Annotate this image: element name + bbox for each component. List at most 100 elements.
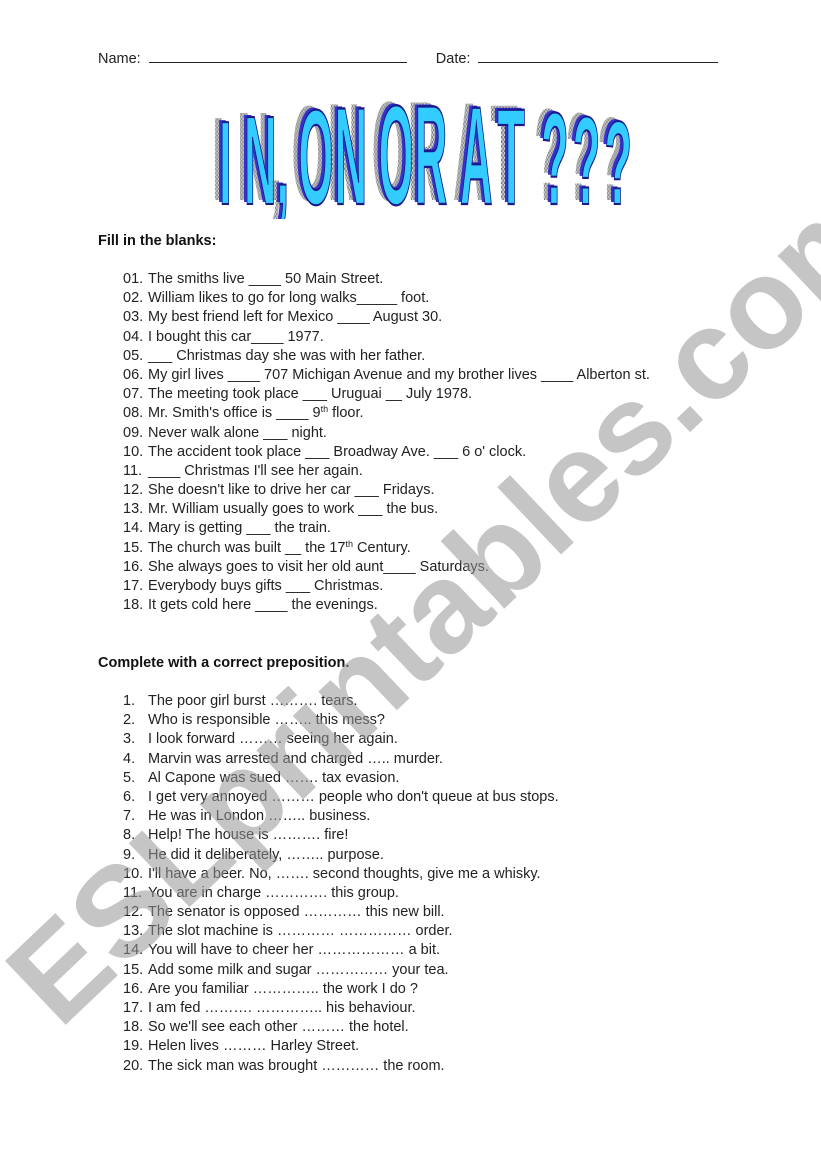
name-blank-line <box>148 50 407 63</box>
item-number: 13. <box>123 923 144 940</box>
item-number: 1. <box>123 693 136 709</box>
title-letter: T <box>497 94 524 219</box>
section-heading-prepositions: Complete with a correct preposition. <box>98 655 350 671</box>
exercise-item: 20. The sick man was brought ………… the roo… <box>123 1057 559 1076</box>
item-text-end: floor. <box>328 405 364 422</box>
item-text: The accident took place ___ Broadway Ave… <box>148 443 527 460</box>
preposition-list: 1. The poor girl burst ………. tears. 2. Who i… <box>123 692 559 1076</box>
title-letter: ? <box>604 98 631 219</box>
ordinal-suffix: th <box>345 538 353 549</box>
exercise-item: 18. So we'll see each other ……… the hotel… <box>123 1018 559 1037</box>
item-number: 12. <box>123 904 144 921</box>
item-number: 14. <box>123 942 144 959</box>
title-letter: I <box>219 97 232 219</box>
section-heading-fill-blanks: Fill in the blanks: <box>98 233 217 249</box>
exercise-item: 09. Never walk alone ___ night. <box>123 424 650 443</box>
item-number: 19. <box>123 1038 144 1055</box>
item-number: 18. <box>123 1019 144 1036</box>
item-text: You will have to cheer her ……………… a bit. <box>148 942 441 959</box>
item-text: She always goes to visit her old aunt___… <box>148 558 489 575</box>
item-number: 15. <box>123 539 144 556</box>
exercise-item: 3. I look forward ……… seeing her again. <box>123 730 559 749</box>
item-number: 2. <box>123 712 136 729</box>
exercise-item: 15. The church was built __ the 17th Cent… <box>123 539 650 558</box>
date-blank-line <box>478 50 719 63</box>
item-text: I am fed ………. ………….. his behaviour. <box>148 1000 416 1016</box>
item-number: 20. <box>123 1057 144 1074</box>
title-letter: R <box>415 94 447 219</box>
item-text: I look forward ……… seeing her again. <box>148 731 398 748</box>
item-text: Everybody buys gifts ___ Christmas. <box>148 578 384 594</box>
item-number: 11. <box>123 462 143 479</box>
item-number: 08. <box>123 405 144 422</box>
date-label: Date: <box>435 51 471 67</box>
item-text: The church was built __ the 17 <box>148 539 346 556</box>
item-text: Mr. William usually goes to work ___ the… <box>148 501 439 518</box>
item-text: So we'll see each other ……… the hotel. <box>148 1019 409 1036</box>
item-text: William likes to go for long walks_____ … <box>148 290 430 307</box>
item-number: 14. <box>123 520 144 537</box>
item-text: Are you familiar ………….. the work I do ? <box>148 980 418 997</box>
title-letter: , <box>277 94 290 219</box>
exercise-item: 14. Mary is getting ___ the train. <box>123 519 650 538</box>
item-number: 12. <box>123 482 144 499</box>
item-number: 10. <box>123 865 144 882</box>
item-text: Never walk alone ___ night. <box>148 424 327 441</box>
item-number: 06. <box>123 366 144 383</box>
exercise-item: 16. She always goes to visit her old aunt… <box>123 558 650 577</box>
exercise-item: 19. Helen lives ……… Harley Street. <box>123 1037 559 1056</box>
item-text: My best friend left for Mexico ____ Augu… <box>148 309 443 326</box>
exercise-item: 16. Are you familiar ………….. the work I do… <box>123 980 559 999</box>
exercise-item: 9. He did it deliberately, …….. purpose. <box>123 846 559 865</box>
item-text: The meeting took place ___ Uruguai __ Ju… <box>148 386 473 403</box>
item-text: The slot machine is ………… …………… order. <box>148 923 453 940</box>
exercise-item: 12. The senator is opposed ………… this new … <box>123 903 559 922</box>
item-text: My girl lives ____ 707 Michigan Avenue a… <box>148 366 650 383</box>
item-text: It gets cold here ____ the evenings. <box>148 597 378 614</box>
item-text: The smiths live ____ 50 Main Street. <box>148 271 384 287</box>
title-letter: ? <box>573 94 600 219</box>
item-text: The senator is opposed ………… this new bil… <box>148 904 445 921</box>
date-field: Date: <box>436 50 719 67</box>
exercise-item: 05. ___ Christmas day she was with her fa… <box>123 347 650 366</box>
item-number: 4. <box>123 750 136 767</box>
item-text: The poor girl burst ………. tears. <box>148 693 358 709</box>
item-text: You are in charge …………. this group. <box>148 884 399 901</box>
exercise-item: 18. It gets cold here ____ the evenings. <box>123 596 650 615</box>
item-number: 16. <box>123 558 144 575</box>
name-label: Name: <box>98 51 141 67</box>
item-number: 01. <box>123 271 144 287</box>
exercise-item: 02. William likes to go for long walks___… <box>123 289 650 308</box>
title-letter: ? <box>541 94 568 219</box>
title-letter: A <box>460 94 492 219</box>
item-text: ___ Christmas day she was with her fathe… <box>148 347 426 364</box>
item-text: Mr. Smith's office is ____ 9 <box>148 405 321 422</box>
item-text: Add some milk and sugar …………… your tea. <box>148 961 449 978</box>
exercise-item: 13. Mr. William usually goes to work ___ … <box>123 500 650 519</box>
item-text: Al Capone was sued ……. tax evasion. <box>148 769 400 786</box>
item-number: 7. <box>123 808 136 825</box>
item-number: 04. <box>123 328 144 345</box>
fill-blanks-list: 01. The smiths live ____ 50 Main Street. 0… <box>123 270 650 615</box>
exercise-item: 7. He was in London …….. business. <box>123 807 559 826</box>
item-text: He did it deliberately, …….. purpose. <box>148 846 384 863</box>
item-number: 09. <box>123 424 144 441</box>
item-text: She doesn't like to drive her car ___ Fr… <box>148 482 435 499</box>
name-field: Name: <box>98 50 407 67</box>
exercise-item: 17. Everybody buys gifts ___ Christmas. <box>123 577 650 596</box>
item-number: 8. <box>123 827 136 844</box>
exercise-item: 15. Add some milk and sugar …………… your te… <box>123 961 559 980</box>
item-number: 02. <box>123 290 144 307</box>
exercise-item: 13. The slot machine is ………… …………… order. <box>123 922 559 941</box>
item-text: I get very annoyed ……… people who don't … <box>148 788 559 805</box>
item-text: I bought this car____ 1977. <box>148 328 324 345</box>
exercise-item: 11. ____ Christmas I'll see her again. <box>123 462 650 481</box>
item-text: Marvin was arrested and charged ….. murd… <box>148 750 443 767</box>
item-number: 13. <box>123 501 144 518</box>
exercise-item: 4. Marvin was arrested and charged ….. mu… <box>123 750 559 769</box>
title-letter: N <box>335 94 367 219</box>
item-number: 9. <box>123 846 136 863</box>
item-text: ____ Christmas I'll see her again. <box>148 462 363 479</box>
ordinal-suffix: th <box>320 404 329 415</box>
exercise-item: 12. She doesn't like to drive her car ___… <box>123 481 650 500</box>
